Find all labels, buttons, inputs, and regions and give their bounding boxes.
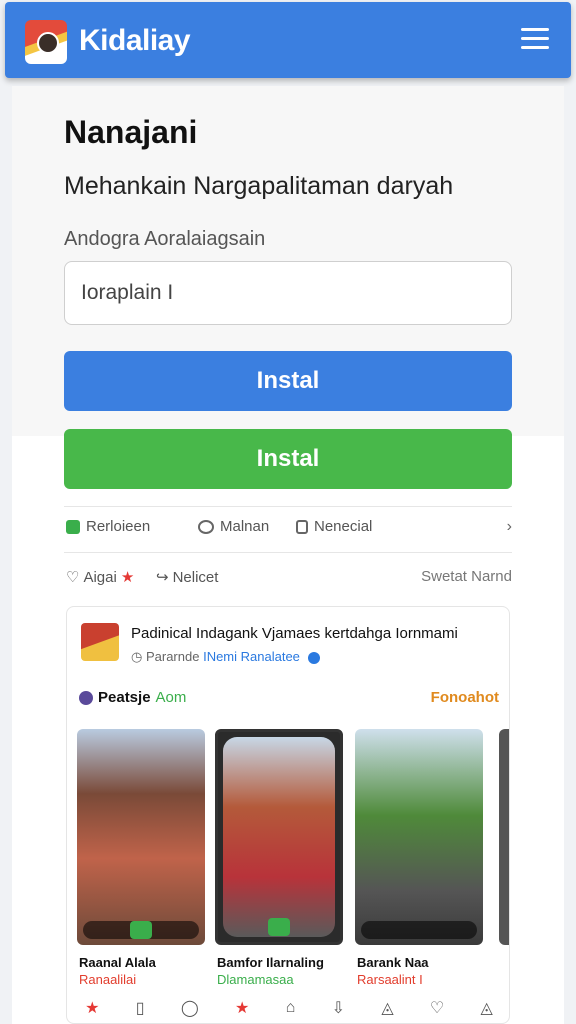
tab-label: Nenecial [314,518,373,535]
tab-rerloieen[interactable]: Rerloieen [66,518,150,535]
caption-title: Raanal Alala [79,955,156,970]
main-card: Nanajani Mehankain Nargapalitaman daryah… [12,86,564,1024]
play-icon[interactable] [130,921,152,939]
post-meta: ◷ Pararnde INemi Ranalatee [131,649,320,665]
comment-icon[interactable]: ◯ [181,998,199,1018]
brand-logo-icon[interactable] [25,20,67,64]
tab-nenecial[interactable]: Nenecial [296,518,372,535]
brand-name: Kidaliay [79,24,191,57]
tab-label: Malnan [220,518,270,535]
video-thumbnail-partial[interactable] [499,729,509,945]
caption-title: Barank Naa [357,955,429,970]
like-label: Aigai [83,568,117,586]
chevron-right-icon[interactable]: › [507,518,512,536]
caption-title: Bamfor Ilarnaling [217,955,324,970]
record-icon [296,519,308,534]
text-input[interactable] [64,261,512,325]
tab-malnan[interactable]: Malnan [198,518,269,535]
video-thumbnail[interactable] [355,729,483,945]
like-button[interactable]: ♡ Aigai ★ [66,568,135,587]
hamburger-menu-icon[interactable] [521,28,549,52]
tab-label: Rerloieen [86,518,151,535]
video-caption[interactable]: Raanal Alala Ranaalilai [79,955,156,987]
video-thumbnail[interactable] [77,729,205,945]
meta-link[interactable]: INemi Ranalatee [203,649,300,664]
section-label: Peatsje [98,689,151,706]
caption-sub: Ranaalilai [79,972,137,987]
share-button[interactable]: ↪ Nelicet [156,568,219,587]
section-icon [79,690,93,705]
star-icon[interactable]: ★ [235,998,249,1018]
heart-icon: ♡ [66,569,80,586]
section-heading: Peatsje Aom [79,689,186,706]
star-icon: ★ [120,569,135,586]
section-suffix: Aom [155,689,187,706]
heart-icon[interactable]: ♡ [430,998,444,1018]
app-header: Kidaliay [5,2,571,78]
share-icon: ↪ [156,569,169,586]
divider [64,552,512,553]
bell-icon[interactable]: ◬ [481,998,493,1018]
section-link[interactable]: Fonoahot [431,689,499,706]
home-icon[interactable]: ⌂ [286,999,296,1017]
caption-sub: Rarsaalint I [357,972,423,987]
play-icon[interactable] [268,918,290,936]
page-title: Nanajani [64,114,198,150]
bell-icon[interactable]: ◬ [381,998,393,1018]
divider [64,506,512,507]
post-title[interactable]: Padinical Indagank Vjamaes kertdahga Ior… [131,625,458,642]
page-subtitle: Mehankain Nargapalitaman daryah [64,172,454,200]
star-icon[interactable]: ★ [85,998,99,1018]
share-label: Nelicet [172,568,219,586]
install-button-secondary[interactable]: Instal [64,429,512,489]
bookmark-icon [66,519,80,534]
input-label: Andogra Aoralaiagsain [64,228,266,250]
video-caption[interactable]: Barank Naa Rarsaalint I [357,955,429,987]
install-button-primary[interactable]: Instal [64,351,512,411]
clock-icon: ◷ [131,649,143,664]
meta-prefix: Pararnde [145,649,200,664]
channel-avatar[interactable] [81,623,119,661]
book-icon[interactable]: ▯ [136,998,145,1018]
chat-icon [198,519,214,534]
video-thumbnail[interactable] [215,729,343,945]
verified-icon [307,651,320,664]
video-caption[interactable]: Bamfor Ilarnaling Dlamamasaa [217,955,324,987]
caption-sub: Dlamamasaa [217,972,294,987]
phone-screen [223,737,335,937]
tab-bar: Rerloieen Malnan Nenecial › [64,518,512,542]
post-card: Padinical Indagank Vjamaes kertdahga Ior… [66,606,510,1024]
player-controls [361,921,477,939]
more-link[interactable]: Swetat Narnd [421,568,512,585]
post-footer: ★ ▯ ◯ ★ ⌂ ⇩ ◬ ♡ ◬ [67,997,509,1019]
download-icon[interactable]: ⇩ [332,998,345,1018]
